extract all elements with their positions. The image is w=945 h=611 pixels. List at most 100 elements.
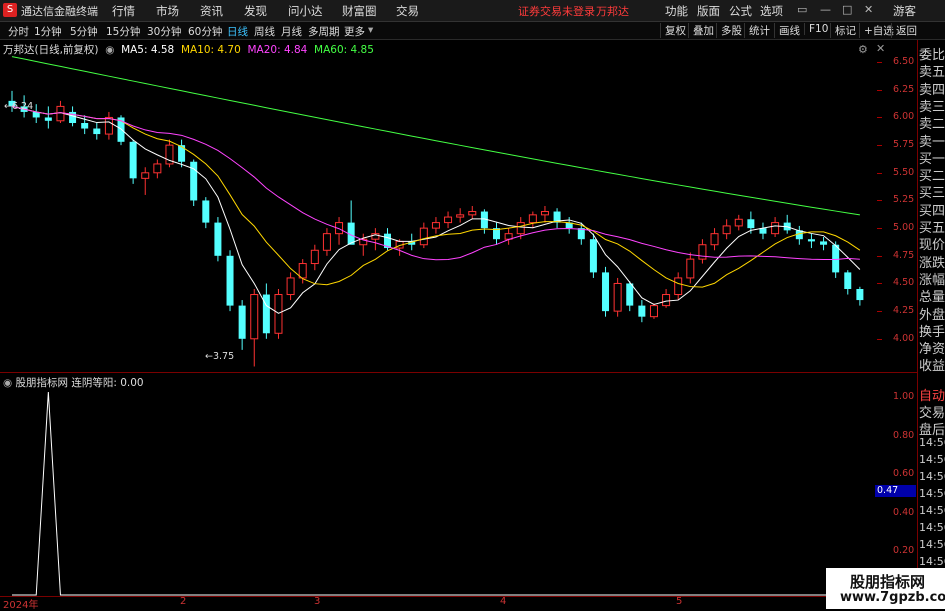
x-label-may: 5 <box>676 596 683 607</box>
candle-body[interactable] <box>444 216 453 224</box>
candle-body[interactable] <box>104 116 113 135</box>
candle-body[interactable] <box>649 305 658 318</box>
candle-body[interactable] <box>602 272 610 312</box>
quote-item-1: 卖五 <box>919 65 945 81</box>
candle-body[interactable] <box>613 282 622 312</box>
user-guest[interactable]: 游客 <box>893 3 916 19</box>
candle-body[interactable] <box>226 255 234 306</box>
period-60min[interactable]: 60分钟 <box>188 24 222 39</box>
candle-body[interactable] <box>129 141 137 179</box>
candle-body[interactable] <box>44 117 52 121</box>
quote-item-5: 卖一 <box>919 134 945 150</box>
period-daily[interactable]: 日线 <box>227 24 248 39</box>
menu-layout[interactable]: 版面 <box>697 3 720 19</box>
period-intraday[interactable]: 分时 <box>8 24 29 39</box>
indicator-info: ◉ 股朋指标网 连阴等阳: 0.00 <box>3 375 144 390</box>
candle-body[interactable] <box>686 258 695 279</box>
candle-body[interactable] <box>710 233 719 246</box>
candle-body[interactable] <box>747 219 755 229</box>
menu-formula[interactable]: 公式 <box>729 3 752 19</box>
candle-body[interactable] <box>638 305 646 317</box>
period-monthly[interactable]: 月线 <box>281 24 302 39</box>
maximize-icon[interactable]: □ <box>842 3 852 16</box>
overlay-button[interactable]: 叠加 <box>688 23 714 38</box>
candle-body[interactable] <box>153 163 162 174</box>
menu-options[interactable]: 选项 <box>760 3 783 19</box>
candle-body[interactable] <box>516 222 525 235</box>
minimize-icon[interactable]: — <box>820 3 831 16</box>
candle-body[interactable] <box>81 123 89 129</box>
candle-body[interactable] <box>141 172 150 179</box>
stats-button[interactable]: 统计 <box>744 23 770 38</box>
candle-body[interactable] <box>202 200 210 223</box>
candle-body[interactable] <box>734 218 743 227</box>
quote-item-6: 买一 <box>919 151 945 167</box>
candle-body[interactable] <box>310 249 319 265</box>
candle-body[interactable] <box>674 277 683 296</box>
candle-body[interactable] <box>214 222 222 256</box>
mark-button[interactable]: 标记 <box>830 23 856 38</box>
quote-item-8: 买三 <box>919 186 945 202</box>
candle-body[interactable] <box>856 289 864 301</box>
candle-body[interactable] <box>456 214 465 218</box>
candle-body[interactable] <box>93 128 101 135</box>
candle-body[interactable] <box>698 244 707 260</box>
indicator-y-tick: 0.80 <box>893 429 915 441</box>
period-multi[interactable]: 多周期 <box>308 24 340 39</box>
candle-body[interactable] <box>274 294 283 334</box>
candle-body[interactable] <box>722 225 731 235</box>
candle-body[interactable] <box>807 239 815 242</box>
candle-body[interactable] <box>298 263 307 279</box>
candlestick-chart[interactable] <box>0 40 917 596</box>
candle-body[interactable] <box>238 305 246 339</box>
adjust-button[interactable]: 复权 <box>660 23 686 38</box>
candle-body[interactable] <box>528 214 537 224</box>
candle-body[interactable] <box>626 283 634 306</box>
f10-button[interactable]: F10 <box>804 23 828 35</box>
candle-body[interactable] <box>662 294 671 307</box>
pane-divider[interactable] <box>0 372 917 373</box>
candle-body[interactable] <box>820 241 828 245</box>
period-1min[interactable]: 1分钟 <box>34 24 62 39</box>
period-more[interactable]: 更多 <box>344 24 365 39</box>
add-watchlist-button[interactable]: +自选 <box>859 23 894 38</box>
candle-body[interactable] <box>589 239 597 273</box>
skin-icon[interactable]: ▭ <box>797 3 807 16</box>
high-price-label: ←6.24 <box>4 101 34 112</box>
candle-body[interactable] <box>540 211 549 216</box>
candle-body[interactable] <box>178 145 186 162</box>
menu-ask[interactable]: 问小达 <box>288 3 323 19</box>
candle-body[interactable] <box>419 227 428 246</box>
candle-body[interactable] <box>771 222 780 235</box>
period-5min[interactable]: 5分钟 <box>70 24 98 39</box>
candle-body[interactable] <box>844 272 852 289</box>
indicator-collapse-icon[interactable]: ◉ <box>3 377 16 389</box>
period-30min[interactable]: 30分钟 <box>147 24 181 39</box>
quote-item-11: 现价 <box>919 238 945 254</box>
quote-item-0: 委比 <box>919 48 945 63</box>
menu-news[interactable]: 资讯 <box>200 3 223 19</box>
period-15min[interactable]: 15分钟 <box>106 24 140 39</box>
login-warning: 证券交易未登录 <box>518 5 595 18</box>
candle-body[interactable] <box>431 222 440 229</box>
candle-body[interactable] <box>832 244 840 273</box>
menu-quotes[interactable]: 行情 <box>112 3 135 19</box>
candle-body[interactable] <box>286 277 295 296</box>
quote-item-13: 涨幅 <box>919 272 945 288</box>
multi-stock-button[interactable]: 多股 <box>716 23 742 38</box>
app-name: 通达信金融终端 <box>21 5 98 18</box>
candle-body[interactable] <box>468 211 477 216</box>
candle-body[interactable] <box>322 233 331 251</box>
chevron-down-icon[interactable]: ▾ <box>368 24 373 36</box>
indicator-line <box>12 391 860 596</box>
close-icon[interactable]: ✕ <box>864 3 873 16</box>
menu-wealth[interactable]: 财富圈 <box>342 3 377 19</box>
menu-trade[interactable]: 交易 <box>396 3 419 19</box>
draw-button[interactable]: 画线 <box>774 23 800 38</box>
menu-function[interactable]: 功能 <box>665 3 688 19</box>
menu-market[interactable]: 市场 <box>156 3 179 19</box>
menu-discover[interactable]: 发现 <box>244 3 267 19</box>
candle-body[interactable] <box>250 294 259 340</box>
back-button[interactable]: 返回 <box>891 23 917 38</box>
period-weekly[interactable]: 周线 <box>254 24 275 39</box>
